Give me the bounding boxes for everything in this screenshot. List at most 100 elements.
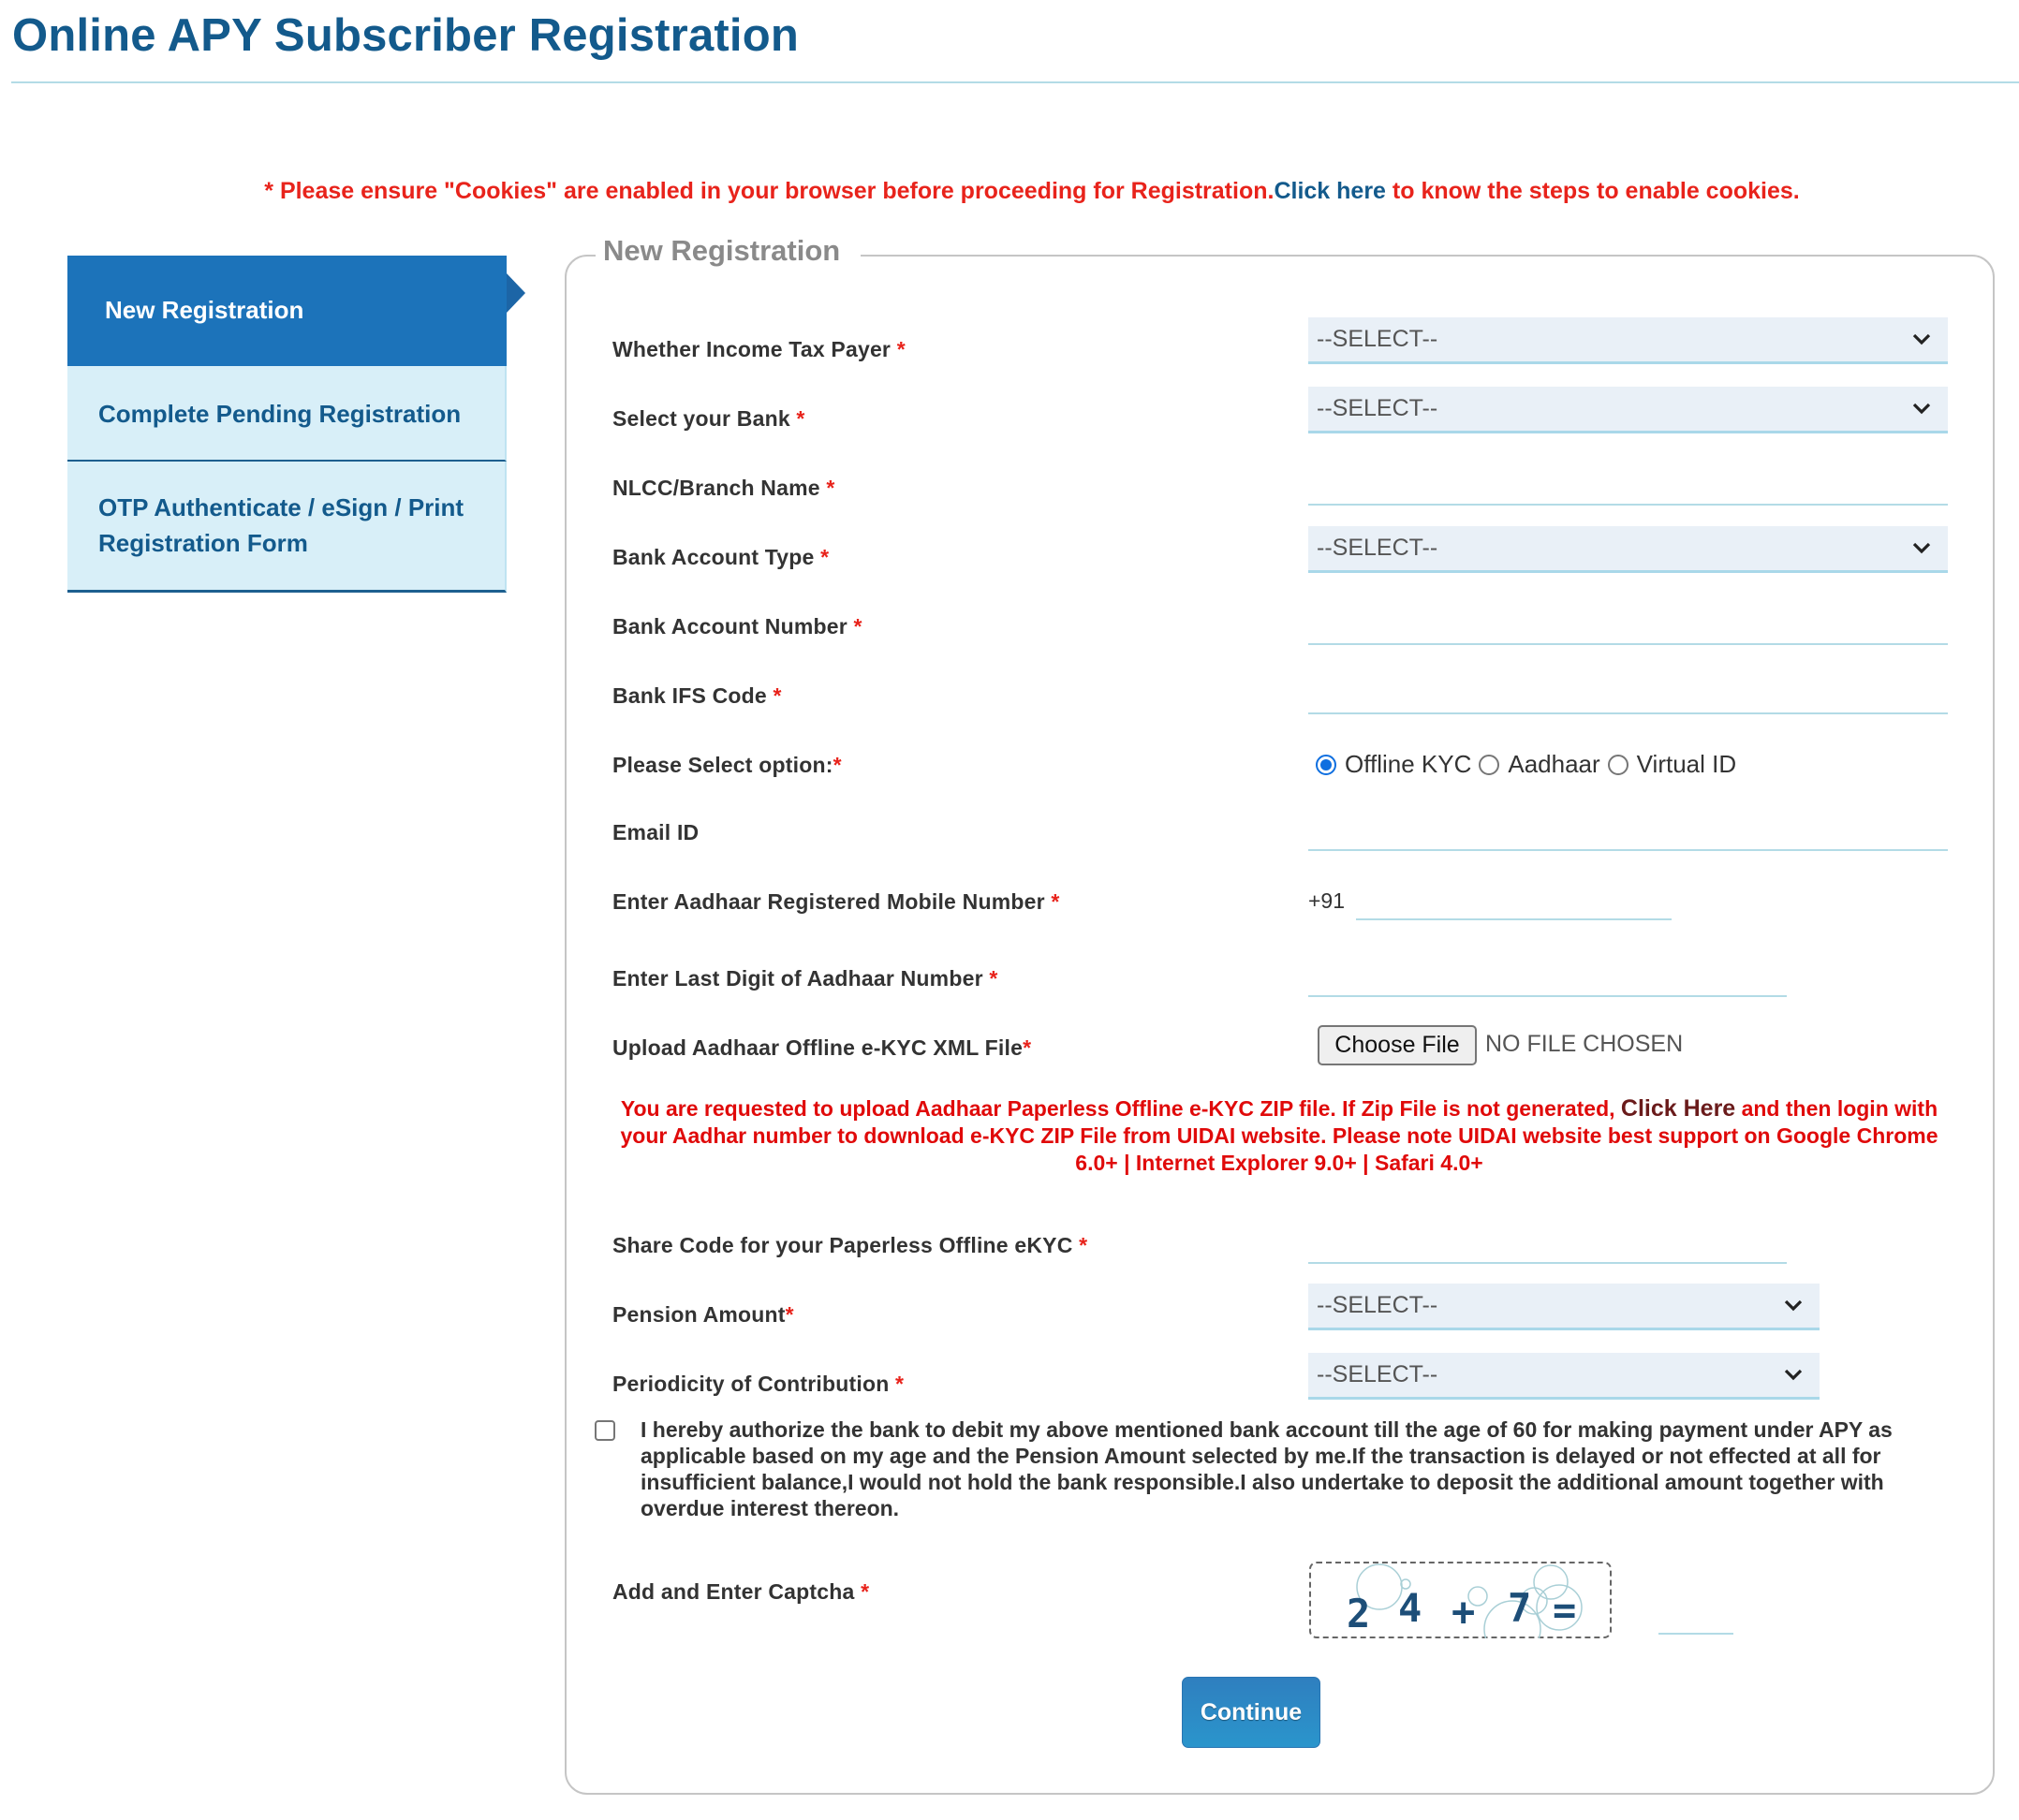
sidebar-item-new-registration[interactable]: New Registration — [67, 256, 525, 366]
captcha-char: + — [1452, 1589, 1475, 1635]
label-text: Enter Aadhaar Registered Mobile Number — [612, 889, 1045, 914]
captcha-char: = — [1553, 1587, 1576, 1633]
required-mark: * — [861, 1579, 870, 1604]
share-code-label: Share Code for your Paperless Offline eK… — [612, 1233, 1087, 1258]
radio-offline-kyc[interactable]: Offline KYC — [1316, 750, 1471, 779]
radio-button-checked[interactable] — [1316, 754, 1336, 775]
radio-aadhaar[interactable]: Aadhaar — [1479, 750, 1600, 779]
branch-name-input[interactable] — [1308, 472, 1948, 506]
cookies-help-link[interactable]: Click here — [1274, 178, 1386, 204]
select-value: --SELECT-- — [1317, 1361, 1438, 1387]
aadhaar-last-digit-input[interactable] — [1308, 963, 1787, 997]
mobile-number-input[interactable] — [1356, 887, 1672, 920]
file-status: NO FILE CHOSEN — [1485, 1031, 1684, 1057]
country-code-prefix: +91 — [1308, 888, 1346, 913]
periodicity-select[interactable]: --SELECT-- — [1308, 1353, 1820, 1400]
label-text: Bank IFS Code — [612, 683, 767, 708]
chevron-down-icon — [1912, 542, 1931, 554]
ifsc-input[interactable] — [1308, 681, 1948, 714]
label-text: Bank Account Number — [612, 614, 847, 638]
label-text: Please Select option: — [612, 753, 833, 777]
sidebar-item-complete-pending[interactable]: Complete Pending Registration — [67, 366, 507, 462]
captcha-label: Add and Enter Captcha * — [612, 1579, 869, 1605]
radio-label: Virtual ID — [1636, 750, 1737, 778]
sidebar-item-label: New Registration — [105, 296, 304, 324]
select-value: --SELECT-- — [1317, 395, 1438, 421]
captcha-char: 4 — [1398, 1585, 1422, 1631]
pension-amount-label: Pension Amount* — [612, 1302, 794, 1328]
sidebar-nav: New Registration Complete Pending Regist… — [67, 256, 525, 593]
required-mark: * — [896, 337, 906, 361]
active-pointer-icon — [507, 273, 525, 313]
chevron-down-icon — [1784, 1369, 1803, 1381]
radio-virtual-id[interactable]: Virtual ID — [1607, 750, 1737, 779]
consent-text: I hereby authorize the bank to debit my … — [641, 1417, 1893, 1520]
required-mark: * — [895, 1372, 905, 1396]
captcha-char: 2 — [1347, 1591, 1370, 1637]
cookies-notice: * Please ensure "Cookies" are enabled in… — [0, 178, 2019, 205]
required-mark: * — [1023, 1035, 1032, 1060]
required-mark: * — [785, 1302, 794, 1327]
radio-label: Aadhaar — [1508, 750, 1600, 778]
required-mark: * — [1051, 889, 1060, 914]
income-tax-select[interactable]: --SELECT-- — [1308, 317, 1948, 364]
label-text: Share Code for your Paperless Offline eK… — [612, 1233, 1073, 1257]
label-text: Pension Amount — [612, 1302, 786, 1327]
label-text: Enter Last Digit of Aadhaar Number — [612, 966, 983, 991]
required-mark: * — [1079, 1233, 1088, 1257]
choose-file-button[interactable]: Choose File — [1318, 1025, 1477, 1065]
share-code-input[interactable] — [1308, 1230, 1787, 1264]
consent-checkbox[interactable] — [595, 1420, 615, 1441]
continue-button[interactable]: Continue — [1182, 1677, 1320, 1748]
sidebar-item-label: OTP Authenticate / eSign / Print Registr… — [98, 493, 464, 557]
bank-label: Select your Bank * — [612, 406, 805, 432]
bank-select[interactable]: --SELECT-- — [1308, 387, 1948, 433]
mobile-label: Enter Aadhaar Registered Mobile Number * — [612, 889, 1060, 915]
email-input[interactable] — [1308, 817, 1948, 851]
radio-label: Offline KYC — [1345, 750, 1472, 778]
label-text: Email ID — [612, 820, 700, 844]
account-type-label: Bank Account Type * — [612, 545, 829, 570]
title-divider — [11, 81, 2019, 83]
label-text: Periodicity of Contribution — [612, 1372, 890, 1396]
upload-warning: You are requested to upload Aadhaar Pape… — [607, 1095, 1952, 1177]
panel-legend: New Registration — [596, 234, 862, 268]
required-mark: * — [773, 683, 782, 708]
required-mark: * — [796, 406, 805, 431]
account-number-label: Bank Account Number * — [612, 614, 862, 639]
page-title: Online APY Subscriber Registration — [12, 10, 799, 61]
kyc-option-radio-group: Offline KYC Aadhaar Virtual ID — [1316, 750, 1744, 779]
label-text: Whether Income Tax Payer — [612, 337, 892, 361]
radio-button[interactable] — [1479, 754, 1500, 775]
required-mark: * — [826, 476, 835, 500]
label-text: Add and Enter Captcha — [612, 1579, 855, 1604]
account-number-input[interactable] — [1308, 611, 1948, 645]
account-type-select[interactable]: --SELECT-- — [1308, 526, 1948, 573]
ifsc-label: Bank IFS Code * — [612, 683, 782, 709]
chevron-down-icon — [1912, 403, 1931, 415]
cookies-notice-text: * Please ensure "Cookies" are enabled in… — [264, 178, 1275, 204]
captcha-answer-input[interactable] — [1658, 1603, 1733, 1635]
cookies-notice-suffix: to know the steps to enable cookies. — [1385, 178, 1800, 204]
label-text: NLCC/Branch Name — [612, 476, 820, 500]
sidebar-item-otp-esign-print[interactable]: OTP Authenticate / eSign / Print Registr… — [67, 462, 507, 593]
aadhaar-last-digit-label: Enter Last Digit of Aadhaar Number * — [612, 966, 997, 991]
radio-button[interactable] — [1607, 754, 1628, 775]
income-tax-label: Whether Income Tax Payer * — [612, 337, 906, 362]
uidai-click-here-link[interactable]: Click Here — [1621, 1095, 1735, 1122]
branch-label: NLCC/Branch Name * — [612, 476, 835, 501]
email-label: Email ID — [612, 820, 699, 845]
required-mark: * — [853, 614, 862, 638]
warning-text: You are requested to upload Aadhaar Pape… — [620, 1096, 1621, 1121]
required-mark: * — [833, 753, 842, 777]
captcha-char: 7 — [1508, 1585, 1531, 1631]
label-text: Upload Aadhaar Offline e-KYC XML File — [612, 1035, 1024, 1060]
required-mark: * — [989, 966, 998, 991]
sidebar-item-label: Complete Pending Registration — [98, 400, 462, 428]
select-value: --SELECT-- — [1317, 326, 1438, 352]
pension-amount-select[interactable]: --SELECT-- — [1308, 1284, 1820, 1330]
select-value: --SELECT-- — [1317, 1292, 1438, 1318]
required-mark: * — [820, 545, 830, 569]
label-text: Select your Bank — [612, 406, 790, 431]
label-text: Bank Account Type — [612, 545, 815, 569]
